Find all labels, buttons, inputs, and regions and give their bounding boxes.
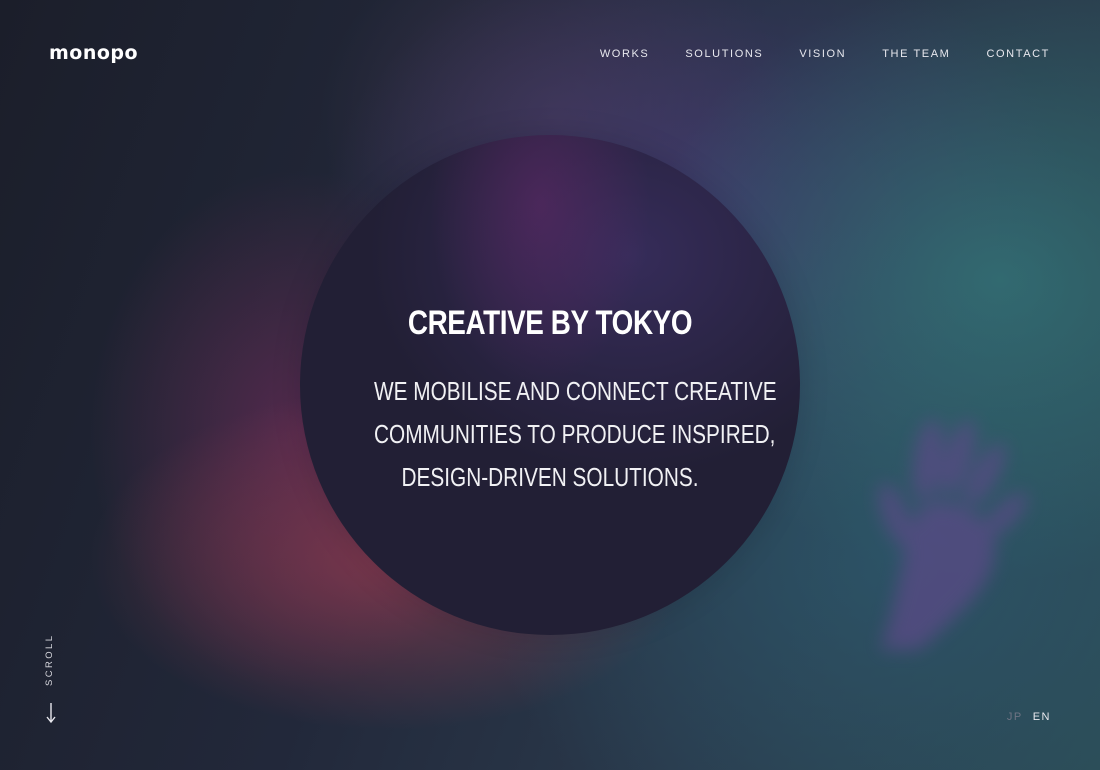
page: monopo WORKS SOLUTIONS VISION THE TEAM C…	[0, 0, 1100, 770]
nav-item-contact[interactable]: CONTACT	[986, 48, 1050, 60]
hero-description-line: COMMUNITIES TO PRODUCE INSPIRED,	[374, 419, 776, 449]
monopo-logo[interactable]: monopo	[49, 42, 138, 64]
nav-item-solutions[interactable]: SOLUTIONS	[685, 48, 763, 60]
hero-description: WE MOBILISE AND CONNECT CREATIVE COMMUNI…	[374, 370, 777, 499]
scroll-indicator[interactable]: SCROLL	[32, 630, 72, 730]
site-header: monopo WORKS SOLUTIONS VISION THE TEAM C…	[0, 0, 1100, 110]
main-nav: WORKS SOLUTIONS VISION THE TEAM CONTACT	[564, 48, 1050, 60]
language-option-en[interactable]: EN	[1033, 711, 1051, 723]
hero-description-line: DESIGN-DRIVEN SOLUTIONS.	[401, 462, 699, 492]
scroll-label: SCROLL	[44, 633, 55, 687]
nav-item-works[interactable]: WORKS	[600, 48, 650, 60]
hero-title: CREATIVE BY TOKYO	[407, 304, 693, 342]
arrow-down-icon	[46, 703, 56, 724]
nav-item-vision[interactable]: VISION	[799, 48, 846, 60]
hand-silhouette-image	[878, 420, 1028, 650]
language-option-jp[interactable]: JP	[1007, 711, 1023, 723]
hero-description-line: WE MOBILISE AND CONNECT CREATIVE	[374, 376, 777, 406]
language-switcher: JP EN	[1007, 711, 1051, 723]
nav-item-the-team[interactable]: THE TEAM	[882, 48, 950, 60]
